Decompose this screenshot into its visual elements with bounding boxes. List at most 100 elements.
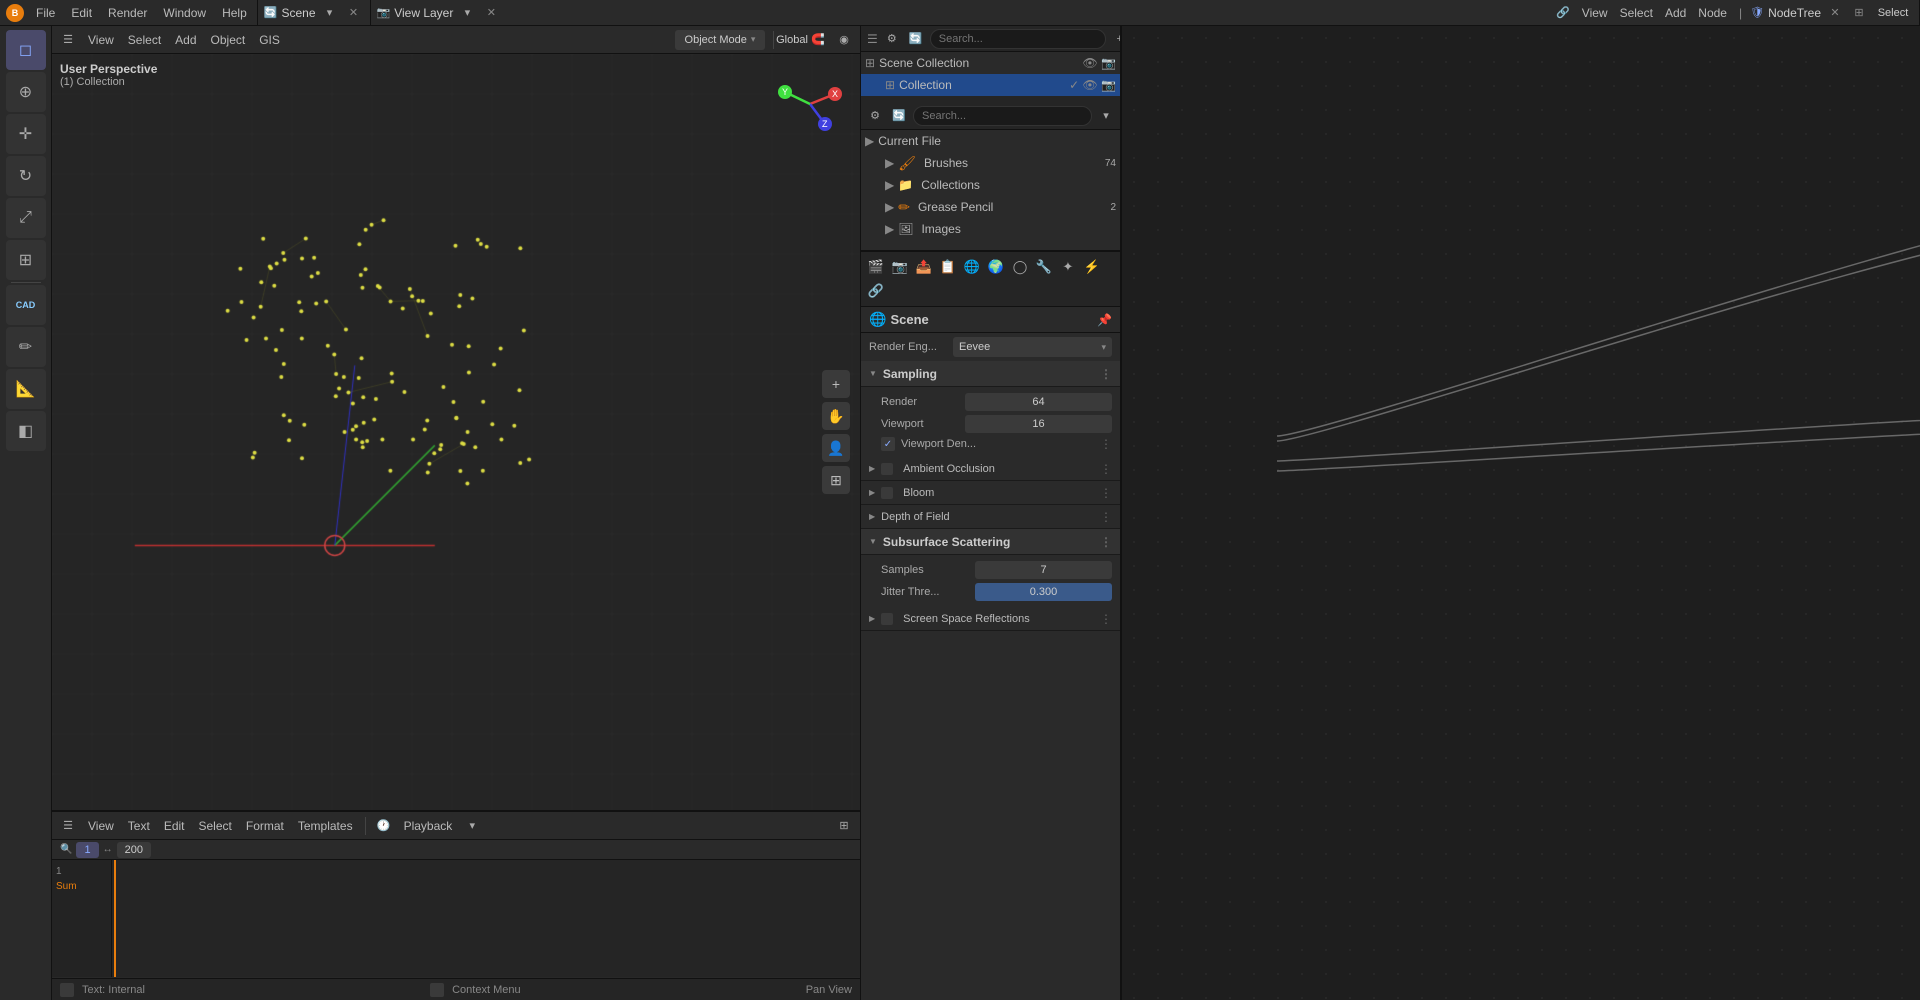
node-editor-icons[interactable]: ⊞ (1849, 3, 1869, 23)
view-layer-close[interactable]: ✕ (481, 3, 501, 23)
vp-mode-dropdown[interactable]: Object Mode ▾ (675, 30, 765, 50)
tool-transform[interactable]: ⊞ (6, 240, 46, 280)
node-menu-node[interactable]: Node (1694, 4, 1731, 22)
tl-menu-select[interactable]: Select (195, 817, 236, 835)
node-editor-close[interactable]: ✕ (1825, 3, 1845, 23)
tl-playback[interactable]: Playback (400, 817, 457, 835)
tool-rotate[interactable]: ↻ (6, 156, 46, 196)
asset-filter[interactable]: ⚙ (865, 106, 885, 126)
denoise-dots[interactable]: ⋮ (1100, 437, 1112, 451)
bloom-checkbox[interactable] (881, 487, 893, 499)
ao-checkbox[interactable] (881, 463, 893, 475)
statusbar-icon[interactable] (60, 983, 74, 997)
tool-add-cube[interactable]: ◧ (6, 411, 46, 451)
sss-samples-value[interactable]: 7 (975, 561, 1112, 579)
tool-annotate[interactable]: ✏ (6, 327, 46, 367)
tl-playback-dropdown[interactable]: ▾ (462, 816, 482, 836)
tl-menu-edit[interactable]: Edit (160, 817, 189, 835)
frame-end[interactable]: 200 (117, 842, 151, 858)
viewport-denoise-checkbox[interactable] (881, 437, 895, 451)
context-icon[interactable] (430, 983, 444, 997)
outliner-search[interactable] (930, 29, 1106, 49)
scene-close[interactable]: ✕ (344, 3, 364, 23)
vp-proportional[interactable]: ◉ (834, 30, 854, 50)
tool-cursor[interactable]: ⊕ (6, 72, 46, 112)
props-render-icon[interactable]: 📷 (889, 256, 911, 278)
ssr-checkbox[interactable] (881, 613, 893, 625)
vp-menu-view[interactable]: View (84, 31, 118, 49)
sampling-header[interactable]: Sampling ⋮ (861, 361, 1120, 387)
tl-menu-text[interactable]: Text (124, 817, 154, 835)
node-menu-select[interactable]: Select (1616, 4, 1657, 22)
timeline-summary[interactable]: Sum (56, 879, 107, 894)
outline-row-collection[interactable]: ⊞ Collection ✓ 👁 📷 (861, 74, 1120, 96)
tool-measure[interactable]: 📐 (6, 369, 46, 409)
vp-menu-add[interactable]: Add (171, 31, 200, 49)
tool-cad[interactable]: CAD (6, 285, 46, 325)
props-object-icon[interactable]: ◯ (1009, 256, 1031, 278)
tl-menu-format[interactable]: Format (242, 817, 288, 835)
menu-window[interactable]: Window (159, 4, 210, 22)
outline-collections[interactable]: ▶ 📁 Collections (861, 174, 1120, 196)
vp-tool-grid[interactable]: ⊞ (822, 466, 850, 494)
vp-tool-person[interactable]: 👤 (822, 434, 850, 462)
props-view-layer-icon[interactable]: 📋 (937, 256, 959, 278)
tool-move[interactable]: ✛ (6, 114, 46, 154)
bloom-dots[interactable]: ⋮ (1100, 486, 1112, 500)
outline-row-scene-collection[interactable]: ⊞ Scene Collection 👁 📷 (861, 52, 1120, 74)
context-menu-label[interactable]: Context Menu (452, 984, 520, 996)
node-select-label[interactable]: Select (1873, 3, 1913, 23)
props-physics-icon[interactable]: ⚡ (1081, 256, 1103, 278)
props-world-icon[interactable]: 🌍 (985, 256, 1007, 278)
tl-clock[interactable]: 🕐 (374, 816, 394, 836)
node-menu-add[interactable]: Add (1661, 4, 1690, 22)
vp-menu-gis[interactable]: GIS (255, 31, 284, 49)
sss-jitter-value[interactable]: 0.300 (975, 583, 1112, 601)
outline-images[interactable]: ▶ 🖼 Images (861, 218, 1120, 240)
ambient-occlusion-section[interactable]: Ambient Occlusion ⋮ (861, 457, 1120, 481)
dof-section[interactable]: Depth of Field ⋮ (861, 505, 1120, 529)
viewport-menu-toggle[interactable]: ☰ (58, 30, 78, 50)
sampling-dots[interactable]: ⋮ (1100, 367, 1112, 381)
props-output-icon[interactable]: 📤 (913, 256, 935, 278)
ssr-dots[interactable]: ⋮ (1100, 612, 1112, 626)
dof-dots[interactable]: ⋮ (1100, 510, 1112, 524)
bloom-section[interactable]: Bloom ⋮ (861, 481, 1120, 505)
outliner-filter[interactable]: ⚙ (882, 29, 902, 49)
menu-file[interactable]: File (32, 4, 59, 22)
render-samples-value[interactable]: 64 (965, 393, 1112, 411)
tl-layout[interactable]: ⊞ (834, 816, 854, 836)
vp-menu-object[interactable]: Object (207, 31, 250, 49)
menu-edit[interactable]: Edit (67, 4, 96, 22)
vp-snap[interactable]: 🧲 (808, 30, 828, 50)
outliner-sync[interactable]: 🔄 (906, 29, 926, 49)
props-constraints-icon[interactable]: 🔗 (865, 280, 887, 302)
outliner-add[interactable]: + (1110, 29, 1120, 49)
ssr-section[interactable]: Screen Space Reflections ⋮ (861, 607, 1120, 631)
menu-render[interactable]: Render (104, 4, 151, 22)
scene-dropdown[interactable]: ▾ (320, 3, 340, 23)
tl-menu-templates[interactable]: Templates (294, 817, 357, 835)
ao-dots[interactable]: ⋮ (1100, 462, 1112, 476)
props-modifiers-icon[interactable]: 🔧 (1033, 256, 1055, 278)
tool-select[interactable]: ◻ (6, 30, 46, 70)
blender-logo[interactable]: B (6, 4, 24, 22)
vp-tool-add[interactable]: + (822, 370, 850, 398)
props-particles-icon[interactable]: ✦ (1057, 256, 1079, 278)
timeline-menu-toggle[interactable]: ☰ (58, 816, 78, 836)
view-layer-dropdown[interactable]: ▾ (457, 3, 477, 23)
vp-tool-pan[interactable]: ✋ (822, 402, 850, 430)
tool-scale[interactable]: ⤢ (6, 198, 46, 238)
asset-search[interactable] (913, 106, 1092, 126)
sss-header[interactable]: Subsurface Scattering ⋮ (861, 529, 1120, 555)
vp-menu-select[interactable]: Select (124, 31, 165, 49)
props-scene-icon[interactable]: 🎬 (865, 256, 887, 278)
vp-transform-global[interactable]: Global (782, 30, 802, 50)
viewport-samples-value[interactable]: 16 (965, 415, 1112, 433)
asset-dropdown[interactable]: ▾ (1096, 106, 1116, 126)
render-engine-dropdown[interactable]: Eevee ▾ (953, 337, 1112, 357)
outline-grease-pencil[interactable]: ▶ ✏ Grease Pencil 2 (861, 196, 1120, 218)
frame-current[interactable]: 1 (76, 842, 98, 858)
outline-brushes[interactable]: ▶ 🖌 Brushes 74 (861, 152, 1120, 174)
node-canvas[interactable]: ◉ ☰ ○ ○ ○ Viewer Draw ▼ BAKE ✕ (1122, 26, 1920, 1000)
